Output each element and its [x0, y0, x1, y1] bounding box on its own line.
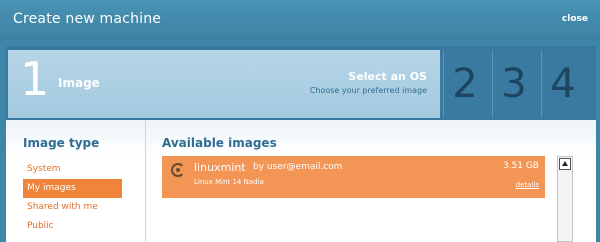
image-name: linuxmint — [194, 161, 246, 174]
step-name: Image — [58, 76, 100, 90]
sidebar-item-shared-with-me[interactable]: Shared with me — [23, 198, 122, 217]
available-images-label: Available images — [162, 136, 277, 150]
image-type-label: Image type — [23, 136, 100, 150]
sidebar-item-public[interactable]: Public — [23, 217, 122, 236]
wizard-step-active: 1 Image Select an OS Choose your preferr… — [8, 50, 440, 118]
window-title: Create new machine — [13, 11, 162, 27]
content-area: Image type System My images Shared with … — [6, 120, 596, 242]
image-size: 3.51 GB — [502, 161, 539, 171]
wizard-steps: 1 Image Select an OS Choose your preferr… — [6, 46, 596, 120]
step-subheading: Choose your preferred image — [309, 86, 427, 95]
scroll-up-arrow-icon[interactable] — [559, 158, 571, 170]
image-list-scrollbar[interactable] — [557, 156, 573, 242]
wizard-step-2[interactable]: 2 — [443, 50, 486, 118]
dialog-panel: 1 Image Select an OS Choose your preferr… — [6, 46, 596, 242]
image-list-item[interactable]: linuxmint by user@email.com Linux Mint 1… — [162, 156, 545, 198]
image-type-sidebar: Image type System My images Shared with … — [6, 120, 146, 242]
sidebar-item-system[interactable]: System — [23, 160, 122, 179]
wizard-step-3[interactable]: 3 — [492, 50, 535, 118]
linux-mint-icon — [171, 163, 185, 177]
details-link[interactable]: details — [516, 181, 539, 189]
image-owner: by user@email.com — [253, 162, 343, 172]
step-heading: Select an OS — [348, 70, 427, 83]
close-button[interactable]: close — [562, 14, 588, 24]
wizard-step-4[interactable]: 4 — [541, 50, 584, 118]
sidebar-item-my-images[interactable]: My images — [23, 179, 122, 198]
title-bar: Create new machine close — [0, 0, 600, 40]
image-description: Linux Mint 14 Nadia — [194, 178, 264, 186]
step-number: 1 — [20, 52, 50, 106]
